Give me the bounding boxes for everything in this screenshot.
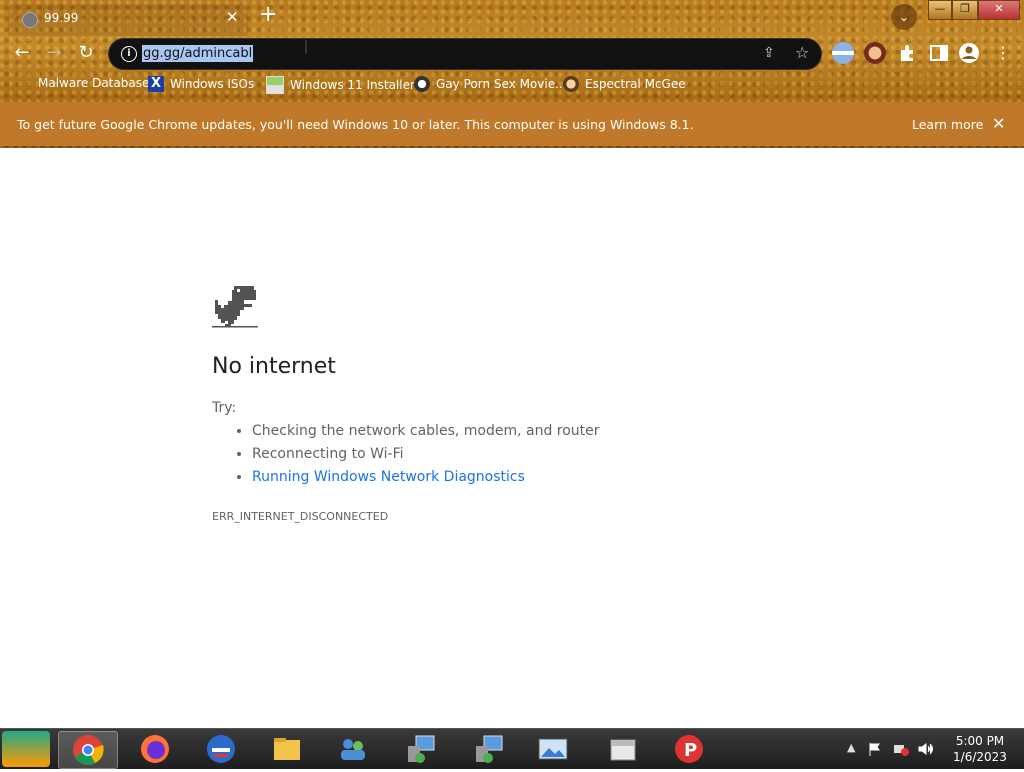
bookmark-label: Gay Porn Sex Movie...: [436, 77, 567, 91]
suggestion-text: Checking the network cables, modem, and …: [252, 423, 600, 439]
window-close-button[interactable]: ✕: [978, 0, 1020, 20]
address-bar[interactable]: i gg.gg/admincabl ⇪ ☆: [108, 38, 822, 70]
bookmark-malware-database[interactable]: Malware Database: [38, 76, 149, 90]
blue-globe-icon: [207, 735, 235, 763]
forward-button[interactable]: →: [41, 40, 67, 66]
bookmark-movie-site[interactable]: Gay Porn Sex Movie...: [414, 76, 567, 92]
site-favicon-icon: [414, 76, 430, 92]
menu-kebab-icon[interactable]: ⋮: [990, 40, 1016, 66]
suggestion-item: Checking the network cables, modem, and …: [252, 423, 600, 440]
learn-more-link[interactable]: Learn more: [912, 117, 983, 132]
tray-overflow-icon[interactable]: ▲: [847, 741, 855, 754]
clock-date: 1/6/2023: [953, 750, 1007, 764]
back-button[interactable]: ←: [9, 40, 35, 66]
side-panel-icon[interactable]: [928, 42, 950, 64]
error-page: No internet Try: Checking the network ca…: [0, 148, 1024, 728]
folder-icon: [274, 738, 300, 760]
taskbar-installer-1[interactable]: [392, 731, 450, 767]
bookmark-label: Windows 11 Installer: [290, 78, 415, 92]
bookmark-label: Espectral McGee: [585, 77, 686, 91]
suggestion-text: Reconnecting to Wi-Fi: [252, 446, 404, 462]
bookmarks-bar: Malware Database X Windows ISOs Windows …: [0, 72, 1024, 98]
installer-icon: [476, 735, 503, 763]
profile-avatar-icon[interactable]: [864, 42, 886, 64]
account-icon[interactable]: [958, 42, 980, 64]
site-info-icon[interactable]: i: [121, 46, 137, 62]
users-icon: [341, 739, 365, 760]
taskbar-installer-2[interactable]: [460, 731, 518, 767]
error-code: ERR_INTERNET_DISCONNECTED: [212, 510, 389, 523]
extension-flag-icon[interactable]: [832, 42, 854, 64]
taskbar-users-app[interactable]: [324, 731, 382, 767]
network-disconnected-icon[interactable]: [893, 742, 909, 756]
installer-icon: [408, 735, 435, 763]
volume-icon[interactable]: [918, 742, 934, 756]
store-icon: [610, 739, 636, 761]
suggestion-item[interactable]: Running Windows Network Diagnostics: [252, 469, 600, 486]
taskbar: P ▲ 5:00 PM 1/6/2023: [0, 728, 1024, 769]
text-cursor: [305, 40, 307, 54]
character-favicon-icon: [563, 76, 579, 92]
tab-close-icon[interactable]: ✕: [226, 8, 239, 26]
taskbar-firefox[interactable]: [126, 731, 184, 767]
try-label: Try:: [212, 400, 237, 416]
taskbar-store[interactable]: [594, 731, 652, 767]
reload-button[interactable]: ↻: [73, 40, 99, 66]
infobar-close-icon[interactable]: ✕: [992, 114, 1005, 133]
extensions-puzzle-icon[interactable]: [896, 42, 918, 64]
bookmark-windows-isos[interactable]: X Windows ISOs: [148, 76, 254, 92]
image-icon: [266, 76, 284, 94]
globe-icon: [22, 12, 38, 28]
error-heading: No internet: [212, 354, 336, 379]
new-tab-button[interactable]: +: [259, 2, 277, 27]
action-center-flag-icon[interactable]: [868, 742, 882, 756]
taskbar-app-circle[interactable]: [192, 731, 250, 767]
update-infobar: To get future Google Chrome updates, you…: [0, 102, 1024, 146]
taskbar-chrome[interactable]: [58, 731, 118, 769]
x-logo-icon: X: [148, 76, 164, 92]
bookmark-star-icon[interactable]: ☆: [795, 43, 809, 62]
infobar-message: To get future Google Chrome updates, you…: [17, 117, 694, 132]
firefox-icon: [141, 735, 169, 763]
bookmark-espectral-mcgee[interactable]: Espectral McGee: [563, 76, 686, 92]
bookmark-label: Malware Database: [38, 76, 150, 90]
url-text[interactable]: gg.gg/admincabl: [142, 45, 254, 62]
tab-title: 99.99: [44, 11, 79, 25]
taskbar-photos[interactable]: [524, 731, 582, 767]
restore-button[interactable]: ❐: [952, 0, 978, 20]
taskbar-file-explorer[interactable]: [258, 731, 316, 767]
system-clock[interactable]: 5:00 PM 1/6/2023: [950, 733, 1010, 765]
share-icon[interactable]: ⇪: [763, 45, 775, 61]
taskbar-red-app[interactable]: P: [660, 731, 718, 767]
minimize-button[interactable]: —: [928, 0, 952, 20]
suggestion-item: Reconnecting to Wi-Fi: [252, 446, 600, 463]
suggestions-list: Checking the network cables, modem, and …: [212, 423, 600, 492]
chrome-icon: [73, 735, 104, 765]
start-button[interactable]: [2, 731, 50, 767]
dinosaur-icon[interactable]: [212, 286, 258, 330]
bookmark-windows-11-installer[interactable]: Windows 11 Installer: [266, 76, 415, 94]
network-diagnostics-link[interactable]: Running Windows Network Diagnostics: [252, 469, 525, 485]
bookmark-label: Windows ISOs: [170, 77, 255, 91]
svg-text:P: P: [684, 740, 697, 761]
clock-time: 5:00 PM: [955, 734, 1005, 748]
picture-icon: [538, 738, 568, 760]
browser-tab[interactable]: 99.99 ✕: [8, 4, 248, 36]
p-logo-icon: P: [675, 735, 703, 763]
tab-search-icon[interactable]: ⌄: [891, 4, 917, 30]
